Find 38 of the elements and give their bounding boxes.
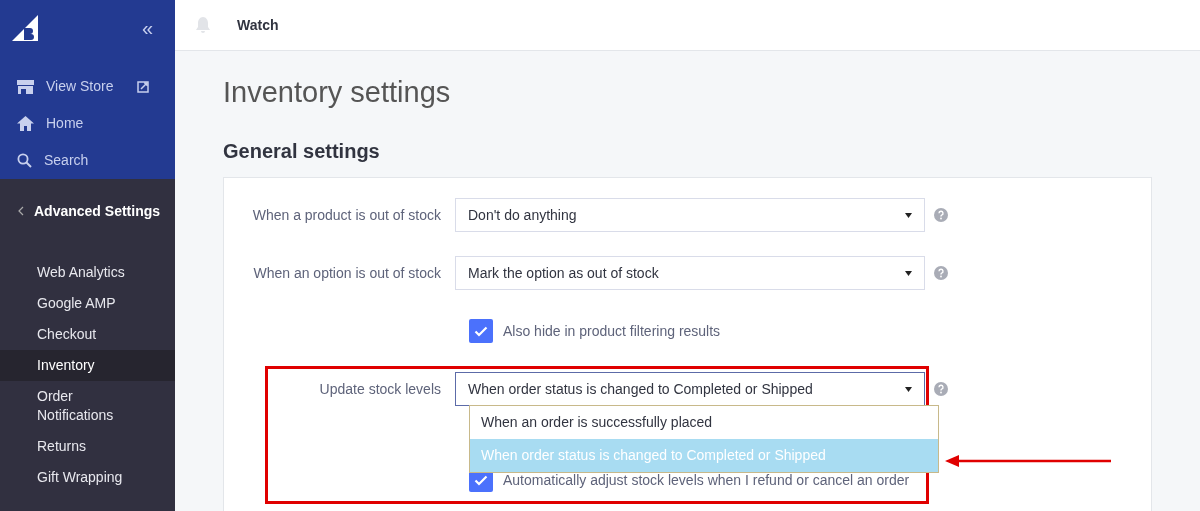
logo-icon[interactable] (12, 15, 38, 41)
field-label: Update stock levels (318, 379, 442, 399)
sidebar-item[interactable]: Checkout (0, 319, 175, 350)
select-field[interactable]: Mark the option as out of stock (455, 256, 925, 290)
field-label: When an option is out of stock (252, 263, 442, 283)
select-field[interactable]: When order status is changed to Completed or Shipped (455, 372, 925, 406)
check-icon (474, 325, 488, 337)
caret-icon (905, 212, 912, 218)
help-icon[interactable] (934, 266, 948, 280)
sidebar-item[interactable]: Returns (0, 431, 175, 462)
caret-icon (905, 270, 912, 276)
sidebar-item[interactable]: Inventory (0, 350, 175, 381)
collapse-button[interactable]: « (141, 18, 153, 38)
checkbox-label: Also hide in product filtering results (503, 321, 721, 341)
check-icon (474, 474, 488, 486)
field-label: When a product is out of stock (251, 205, 442, 225)
help-icon[interactable] (934, 208, 948, 222)
home-icon (17, 116, 34, 131)
checkbox[interactable] (469, 319, 493, 343)
section-title: General settings (223, 139, 381, 164)
checkbox-label: Automatically adjust stock levels when I refund or cancel an order (503, 470, 910, 490)
nav-link[interactable]: Search (0, 142, 175, 179)
dropdown-option[interactable]: When an order is successfully placed (470, 406, 938, 439)
sidebar-item[interactable]: Web Analytics (0, 257, 175, 288)
help-icon[interactable] (934, 382, 948, 396)
search-icon (17, 153, 32, 168)
store-icon (17, 79, 34, 94)
sidebar-item[interactable]: Order Notifications (0, 381, 175, 431)
sidebar-item[interactable]: Gift Wrapping (0, 462, 175, 493)
page-title: Inventory settings (223, 75, 452, 109)
section-title: Advanced Settings (34, 201, 161, 221)
nav-link[interactable]: View Store (0, 68, 175, 105)
chevron-left-icon[interactable] (18, 206, 24, 216)
nav-link[interactable]: Home (0, 105, 175, 142)
sidebar-item[interactable]: Google AMP (0, 288, 175, 319)
caret-icon (905, 386, 912, 392)
select-field[interactable]: Don't do anything (455, 198, 925, 232)
header-title: Watch (237, 15, 279, 35)
